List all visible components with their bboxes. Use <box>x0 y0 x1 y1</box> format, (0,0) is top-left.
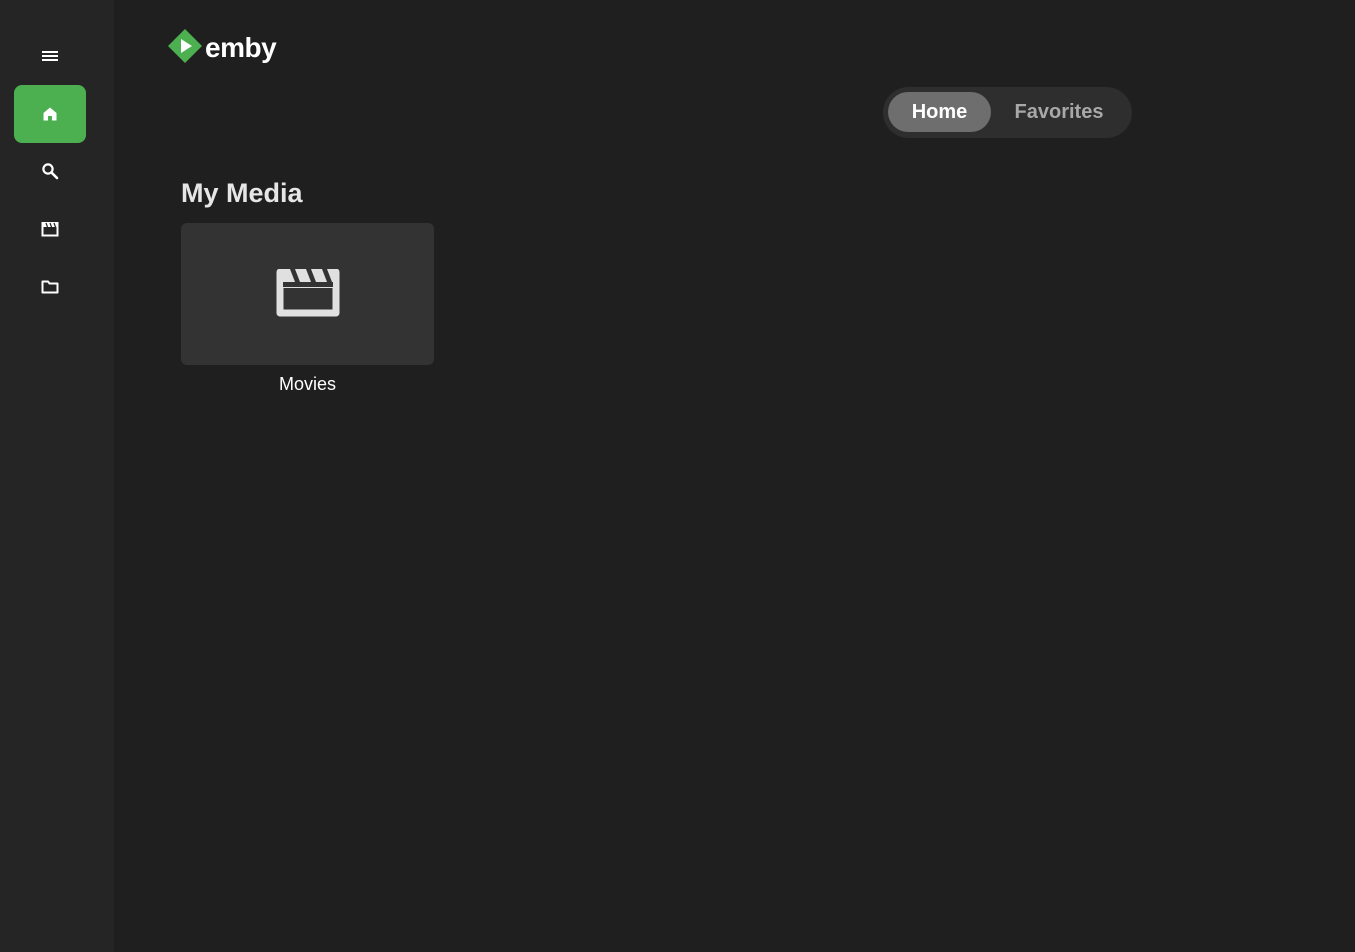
sidebar <box>0 0 114 952</box>
movie-icon <box>275 265 340 323</box>
emby-logo[interactable]: emby <box>167 28 277 69</box>
app-window: emby Home Favorites My Media Movies <box>0 0 1355 952</box>
sidebar-item-home[interactable] <box>14 85 86 143</box>
menu-button[interactable] <box>14 27 86 85</box>
tab-home[interactable]: Home <box>888 92 991 132</box>
brand-name: emby <box>205 32 277 63</box>
sidebar-item-movies[interactable] <box>14 200 86 258</box>
search-icon <box>41 162 59 180</box>
sidebar-item-search[interactable] <box>14 142 86 200</box>
header-tabs: Home Favorites <box>883 87 1132 138</box>
movie-icon <box>41 221 59 237</box>
folder-icon <box>41 279 59 295</box>
sidebar-item-folders[interactable] <box>14 258 86 316</box>
library-card-movies[interactable]: Movies <box>181 223 434 395</box>
home-icon <box>42 106 58 122</box>
section-title: My Media <box>181 178 303 208</box>
library-card-label[interactable]: Movies <box>181 373 434 395</box>
tab-favorites[interactable]: Favorites <box>995 92 1123 132</box>
menu-icon <box>41 49 59 63</box>
library-card-image[interactable] <box>181 223 434 365</box>
main-content: emby Home Favorites My Media Movies <box>114 0 1355 952</box>
emby-logo-icon <box>167 28 203 69</box>
